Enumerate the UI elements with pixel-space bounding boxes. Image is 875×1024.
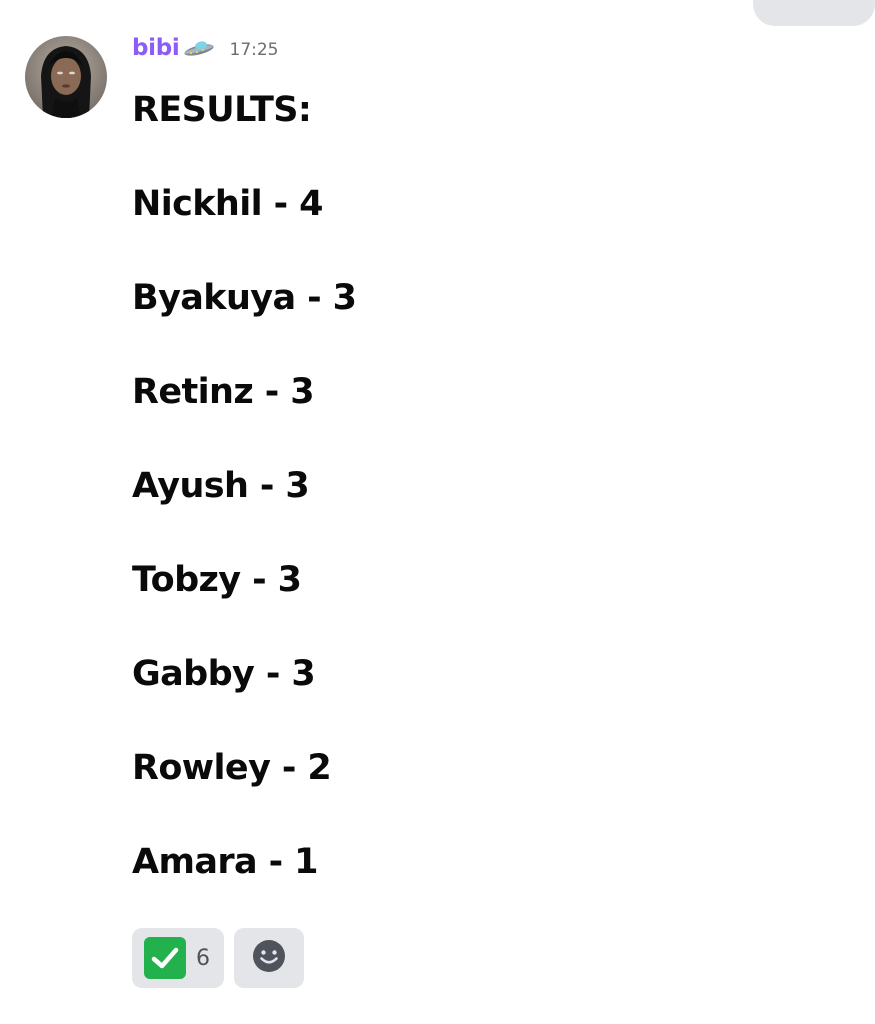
message-line: Gabby - 3 <box>132 654 316 694</box>
message-line: Rowley - 2 <box>132 748 332 788</box>
username[interactable]: bibi <box>132 35 180 61</box>
message-line-heading: RESULTS: <box>132 90 312 130</box>
message-line: Nickhil - 4 <box>132 184 323 224</box>
message-content[interactable]: RESULTS: Nickhil - 4 Byakuya - 3 Retinz … <box>132 86 357 932</box>
add-reaction-button[interactable] <box>234 928 304 988</box>
ufo-icon <box>182 39 216 59</box>
message-line: Byakuya - 3 <box>132 278 357 318</box>
timestamp: 17:25 <box>229 40 279 60</box>
avatar[interactable] <box>25 36 107 118</box>
reaction-count: 6 <box>196 945 210 971</box>
avatar-image <box>25 36 107 118</box>
message-line: Ayush - 3 <box>132 466 310 506</box>
message-line: Retinz - 3 <box>132 372 315 412</box>
message-line: Tobzy - 3 <box>132 560 302 600</box>
reaction-check[interactable]: 6 <box>132 928 224 988</box>
add-reaction-smiley-icon <box>251 938 287 978</box>
white-check-mark-icon <box>144 937 186 979</box>
reactions-bar: 6 <box>132 928 304 988</box>
chat-view: bibi 17:25 RESULTS: Nickhil - 4 Byakuya … <box>0 0 875 1024</box>
message-header: bibi 17:25 <box>132 30 279 66</box>
message-line: Amara - 1 <box>132 842 319 882</box>
top-bar-pill[interactable] <box>753 0 875 26</box>
